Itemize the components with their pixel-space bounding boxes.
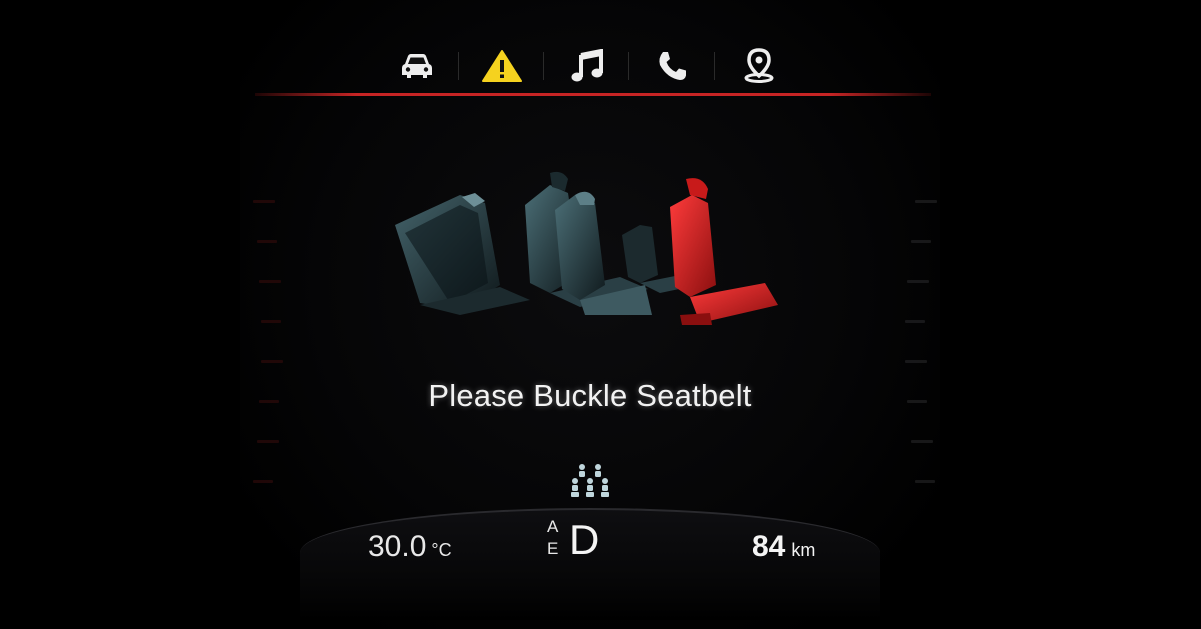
distance-value: 84	[752, 530, 786, 563]
menu-item-phone[interactable]	[650, 46, 694, 86]
top-menu-bar	[255, 40, 931, 92]
phone-icon	[659, 52, 686, 80]
menu-item-navigation[interactable]	[737, 46, 781, 86]
seat-third-row	[395, 193, 530, 315]
gear-mode-bottom: E	[547, 539, 559, 558]
menu-item-vehicle[interactable]	[395, 46, 439, 86]
seat-front-passenger-unbuckled	[670, 178, 778, 325]
distance-unit: km	[791, 540, 816, 560]
menu-separator	[714, 52, 715, 80]
temperature-value: 30.0	[368, 530, 427, 563]
gear-position: D	[569, 516, 600, 563]
passenger-occupancy-icon	[571, 464, 609, 497]
instrument-cluster-screen: Please Buckle Seatbelt 30.0 °C A E D 84 km	[0, 0, 1201, 629]
temperature-unit: °C	[431, 540, 452, 560]
seat-occupancy-diagram	[395, 171, 778, 325]
map-pin-icon	[744, 48, 774, 83]
menu-separator	[543, 52, 544, 80]
seatbelt-warning-message: Please Buckle Seatbelt	[428, 378, 752, 413]
gear-mode-top: A	[547, 517, 559, 536]
gear-indicator: A E D	[545, 515, 615, 565]
menu-accent-line	[255, 93, 931, 96]
right-gauge-ticks	[885, 180, 945, 540]
menu-separator	[458, 52, 459, 80]
menu-item-audio[interactable]	[565, 46, 609, 86]
menu-item-warnings[interactable]	[480, 46, 524, 86]
left-gauge-ticks	[245, 180, 305, 540]
menu-separator	[628, 52, 629, 80]
car-icon	[402, 54, 432, 78]
music-note-icon	[571, 49, 603, 82]
outside-temperature: 30.0 °C	[368, 530, 452, 564]
distance-readout: 84 km	[752, 530, 815, 564]
warning-icon	[482, 50, 522, 82]
